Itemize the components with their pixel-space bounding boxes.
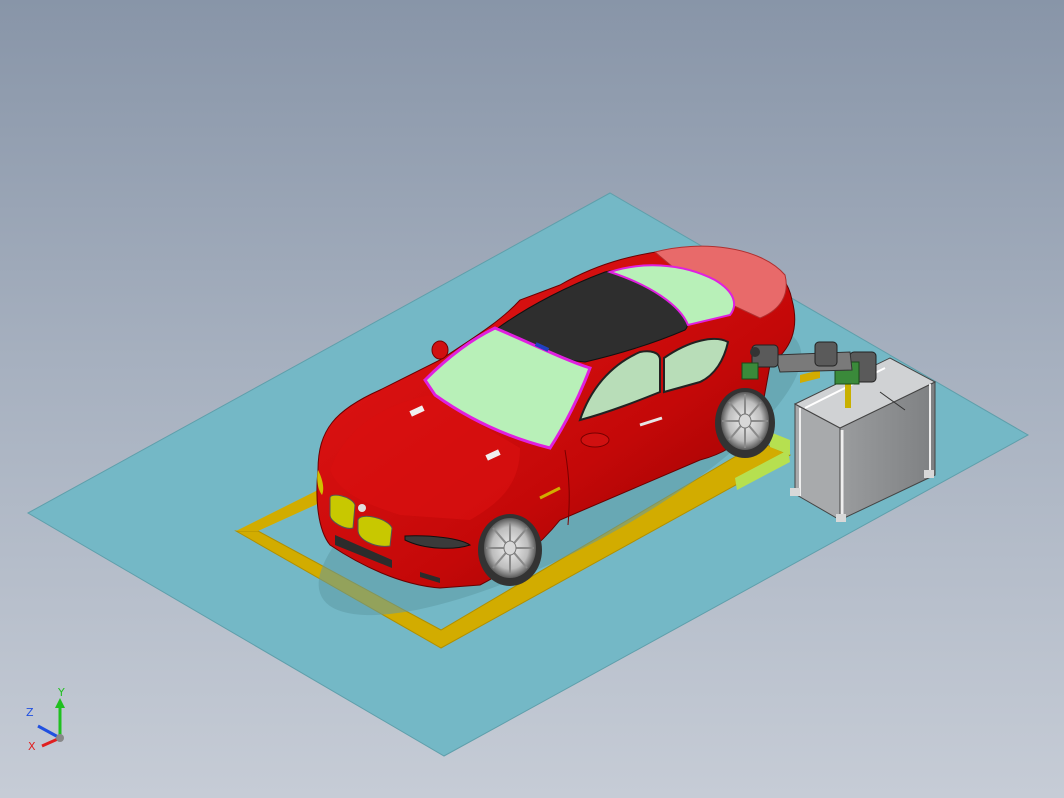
badge-logo (358, 504, 366, 512)
cad-3d-viewport[interactable]: Y Z X (0, 0, 1064, 798)
assembly-scene[interactable] (0, 0, 1064, 798)
y-axis-label: Y (57, 686, 65, 699)
z-axis-label: Z (26, 706, 34, 719)
orientation-triad[interactable]: Y Z X (22, 684, 82, 754)
wheel-front[interactable] (478, 514, 542, 586)
side-mirror-right[interactable] (580, 432, 610, 448)
side-mirror-left[interactable] (431, 340, 449, 360)
triad-origin (56, 734, 64, 742)
x-axis-label: X (28, 740, 36, 753)
y-axis-arrowhead (55, 698, 65, 708)
wheel-rear[interactable] (715, 388, 775, 458)
